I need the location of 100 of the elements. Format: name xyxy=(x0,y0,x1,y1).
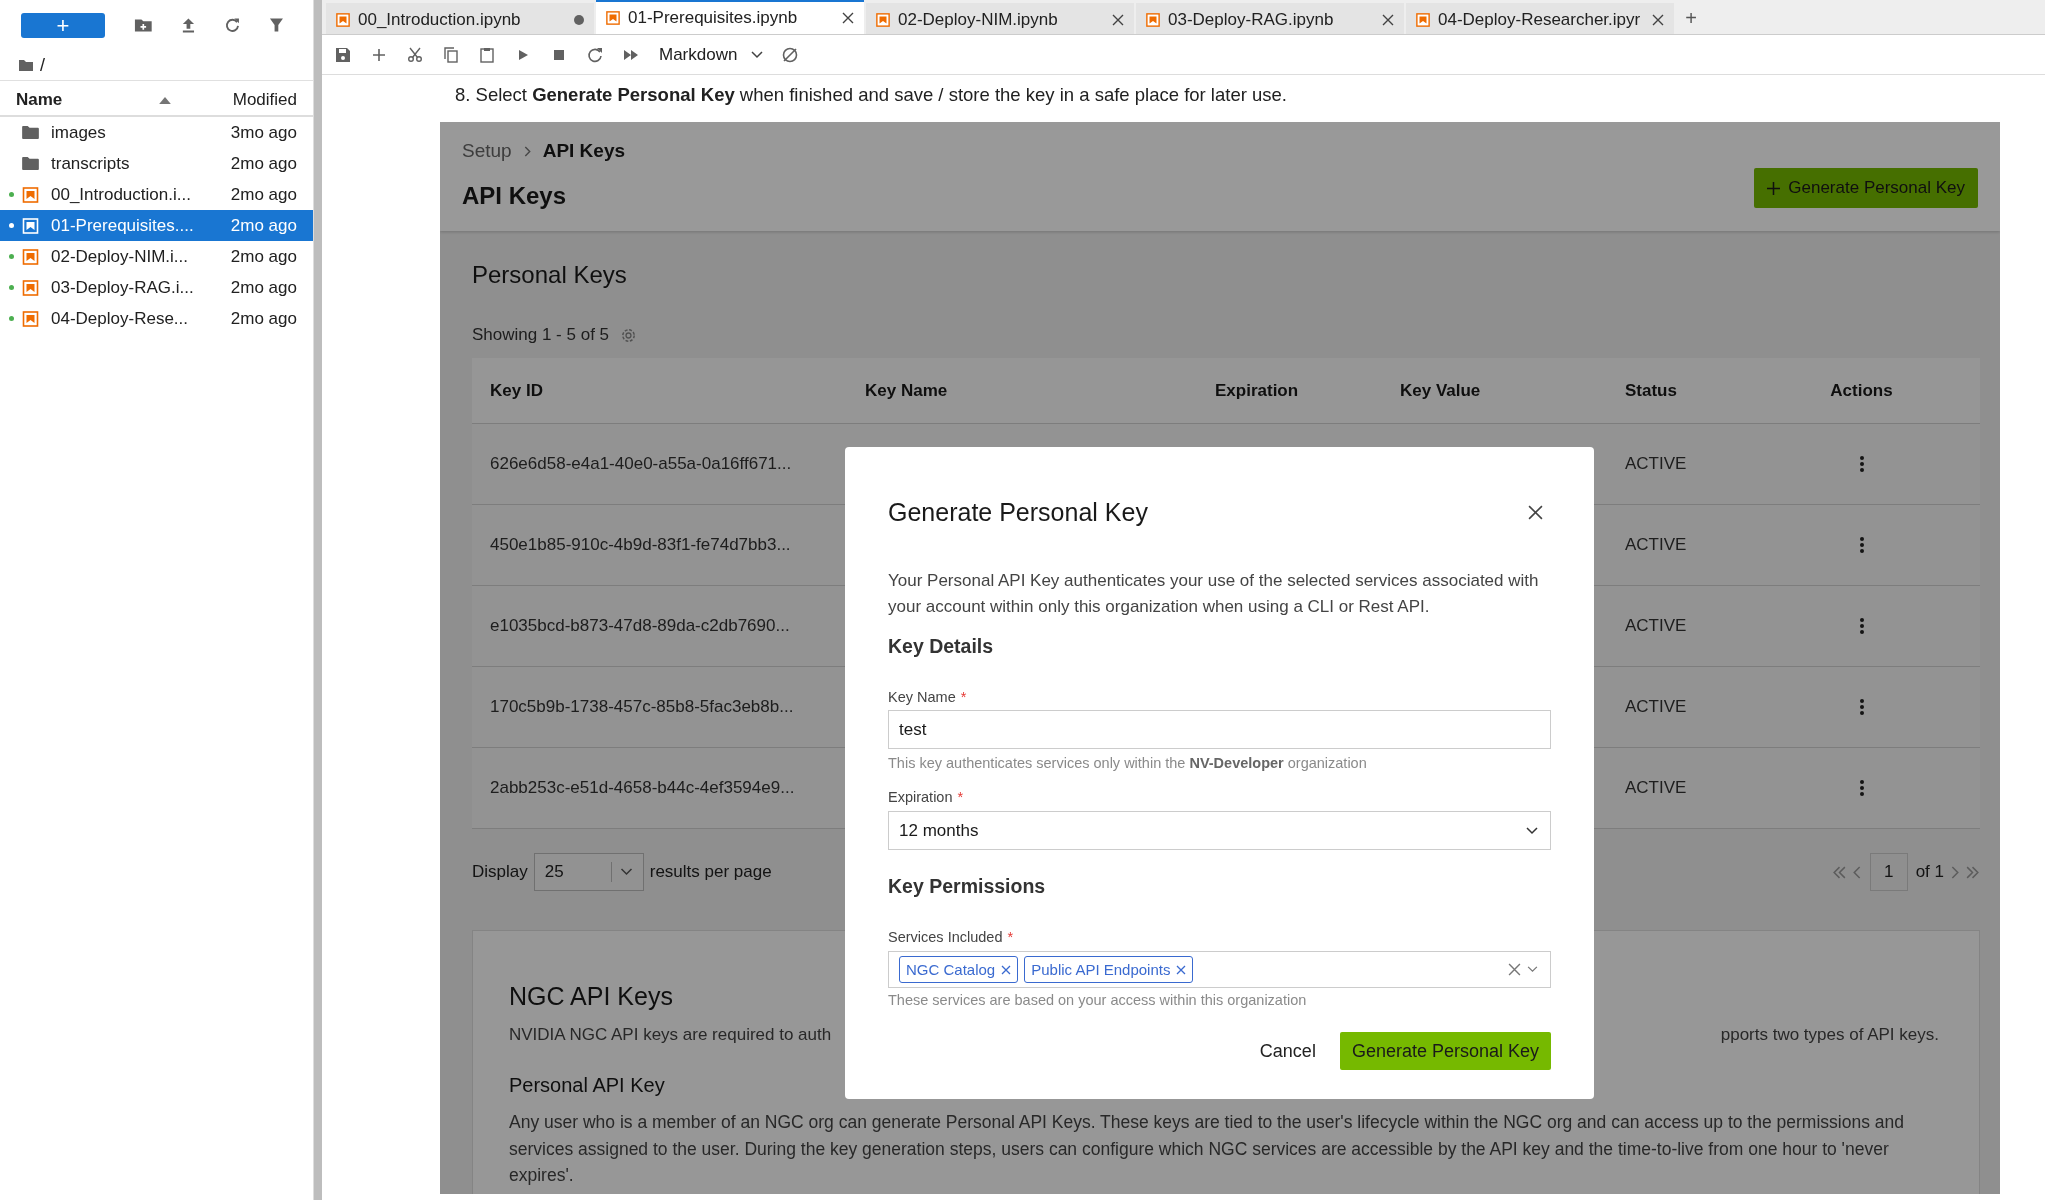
close-icon[interactable] xyxy=(1382,13,1394,26)
file-item[interactable]: transcripts 2mo ago xyxy=(0,148,313,179)
display-label: Display xyxy=(472,862,528,882)
plus-icon[interactable] xyxy=(371,46,387,63)
service-tag[interactable]: NGC Catalog xyxy=(899,956,1019,983)
path-text[interactable]: / xyxy=(40,54,45,76)
paste-icon[interactable] xyxy=(479,46,495,63)
chevron-down-icon[interactable] xyxy=(1527,966,1538,973)
breadcrumb-link[interactable]: Setup xyxy=(462,140,512,162)
clear-icon[interactable] xyxy=(1508,963,1521,976)
file-item[interactable]: 01-Prerequisites.... 2mo ago xyxy=(0,210,313,241)
card-title: NGC API Keys xyxy=(509,981,673,1011)
column-header: Key Name xyxy=(865,380,948,401)
service-tag[interactable]: Public API Endpoints xyxy=(1024,956,1194,983)
paragraph-text: Any user who is a member of an NGC org can generate Personal API Keys. These keys are tied to the user's lifecycle within the NGC org and can access up to the permissions and services assigned to the user. During the key generation steps, users can configure which NGC services are accessible by the API key and the time-to-live from one hour to 'never expires'. xyxy=(509,1111,1905,1187)
results-count: Showing 1 - 5 of 5 xyxy=(472,325,610,345)
folder-icon xyxy=(19,59,33,71)
chevron-right-icon xyxy=(523,145,531,157)
page-size-dropdown[interactable]: 25 xyxy=(533,853,644,891)
generate-key-button[interactable]: Generate Personal Key xyxy=(1339,1032,1551,1070)
name-column-header[interactable]: Name xyxy=(16,90,159,110)
folder-icon xyxy=(22,157,39,170)
help-text: These services are based on your access within this organization xyxy=(888,991,1308,1009)
breadcrumb-current: API Keys xyxy=(542,140,626,162)
copy-icon[interactable] xyxy=(443,46,459,63)
notebook-tab[interactable]: 02-Deploy-NIM.ipynb xyxy=(866,3,1134,34)
notebook-icon xyxy=(22,186,39,203)
remove-icon[interactable] xyxy=(1176,964,1187,975)
new-launcher-button[interactable]: + xyxy=(21,12,105,38)
status-cell: ACTIVE xyxy=(1625,697,1687,717)
plus-icon xyxy=(1767,181,1781,195)
dialog-description: Your Personal API Key authenticates your use of the selected services associated with your account within only this organization when using a CLI or Rest API. xyxy=(888,570,1540,618)
key-id-cell: 626e6d58-e4a1-40e0-a55a-0a16ff671... xyxy=(490,454,792,474)
services-select-field[interactable]: NGC Catalog Public API Endpoints xyxy=(888,951,1551,988)
file-item[interactable]: images 3mo ago xyxy=(0,117,313,148)
new-folder-icon[interactable] xyxy=(133,17,153,33)
key-name-field[interactable]: test xyxy=(888,710,1551,749)
key-id-cell: 170c5b9b-1738-457c-85b8-5fac3eb8b... xyxy=(490,697,794,717)
cancel-button[interactable]: Cancel xyxy=(1243,1032,1332,1070)
chevron-down-icon xyxy=(619,868,633,876)
column-header: Key ID xyxy=(490,380,543,401)
required-asterisk: * xyxy=(957,788,964,806)
close-icon[interactable] xyxy=(842,12,854,24)
close-icon[interactable] xyxy=(1112,13,1124,26)
page-title: API Keys xyxy=(462,182,568,210)
file-item[interactable]: 04-Deploy-Rese... 2mo ago xyxy=(0,303,313,334)
notebook-tab[interactable]: 00_Introduction.ipynb xyxy=(326,3,594,34)
file-item[interactable]: 02-Deploy-NIM.i... 2mo ago xyxy=(0,241,313,272)
more-options-icon[interactable] xyxy=(1859,456,1864,472)
more-options-icon[interactable] xyxy=(1859,780,1864,796)
required-asterisk: * xyxy=(960,688,967,706)
notebook-icon xyxy=(22,279,39,296)
key-id-cell: 450e1b85-910c-4b9d-83f1-fe74d7bb3... xyxy=(490,535,791,555)
chevron-down-icon xyxy=(751,50,764,59)
field-label: Key Name xyxy=(888,688,956,706)
more-options-icon[interactable] xyxy=(1859,537,1864,553)
sort-ascending-icon xyxy=(159,96,171,104)
scissors-icon[interactable] xyxy=(407,46,423,63)
notebook-tab[interactable]: 03-Deploy-RAG.ipynb xyxy=(1136,3,1404,34)
notebook-icon xyxy=(336,12,350,27)
help-text: This key authenticates services only within the NV-Developer organization xyxy=(888,754,1368,772)
more-options-icon[interactable] xyxy=(1859,618,1864,634)
paragraph-text: pports two types of API keys. xyxy=(1720,1024,1939,1046)
section-heading: Key Details xyxy=(888,634,995,658)
chevron-down-icon xyxy=(1526,826,1538,835)
file-item[interactable]: 00_Introduction.i... 2mo ago xyxy=(0,179,313,210)
dialog-title: Generate Personal Key xyxy=(888,497,1148,527)
close-icon[interactable] xyxy=(1528,504,1543,520)
restart-icon[interactable] xyxy=(587,46,603,63)
required-asterisk: * xyxy=(1007,928,1014,946)
notebook-tab[interactable]: 04-Deploy-Researcher.ipyr xyxy=(1406,3,1674,34)
refresh-icon[interactable] xyxy=(225,17,241,33)
modified-column-header[interactable]: Modified xyxy=(232,90,297,110)
close-icon[interactable] xyxy=(1652,13,1664,26)
column-header: Actions xyxy=(1830,380,1893,401)
column-header: Key Value xyxy=(1400,380,1481,401)
notebook-icon xyxy=(22,310,39,327)
status-cell: ACTIVE xyxy=(1625,778,1687,798)
kernel-status-icon[interactable] xyxy=(781,45,800,64)
section-heading: Key Permissions xyxy=(888,874,1047,898)
folder-icon xyxy=(22,126,39,139)
instruction-text: 8. Select Generate Personal Key when finished and save / store the key in a safe place for later use. xyxy=(455,83,1288,107)
results-per-page-label: results per page xyxy=(649,862,772,882)
save-icon[interactable] xyxy=(335,46,351,63)
file-item[interactable]: 03-Deploy-RAG.i... 2mo ago xyxy=(0,272,313,303)
section-title: Personal Keys xyxy=(472,261,628,289)
field-label: Expiration xyxy=(888,788,953,806)
expiration-dropdown[interactable]: 12 months xyxy=(888,811,1551,850)
notebook-tab[interactable]: 01-Prerequisites.ipynb xyxy=(596,0,864,34)
filter-icon[interactable] xyxy=(269,17,284,33)
upload-icon[interactable] xyxy=(181,17,197,33)
page-count: of 1 xyxy=(1915,862,1944,882)
cell-type-dropdown[interactable]: Markdown xyxy=(659,44,764,65)
notebook-icon xyxy=(1416,12,1430,27)
status-cell: ACTIVE xyxy=(1625,535,1687,555)
notebook-icon xyxy=(606,11,620,25)
page-number-field[interactable]: 1 xyxy=(1869,853,1908,891)
remove-icon[interactable] xyxy=(1001,964,1012,975)
more-options-icon[interactable] xyxy=(1859,699,1864,715)
notebook-icon xyxy=(22,217,39,234)
